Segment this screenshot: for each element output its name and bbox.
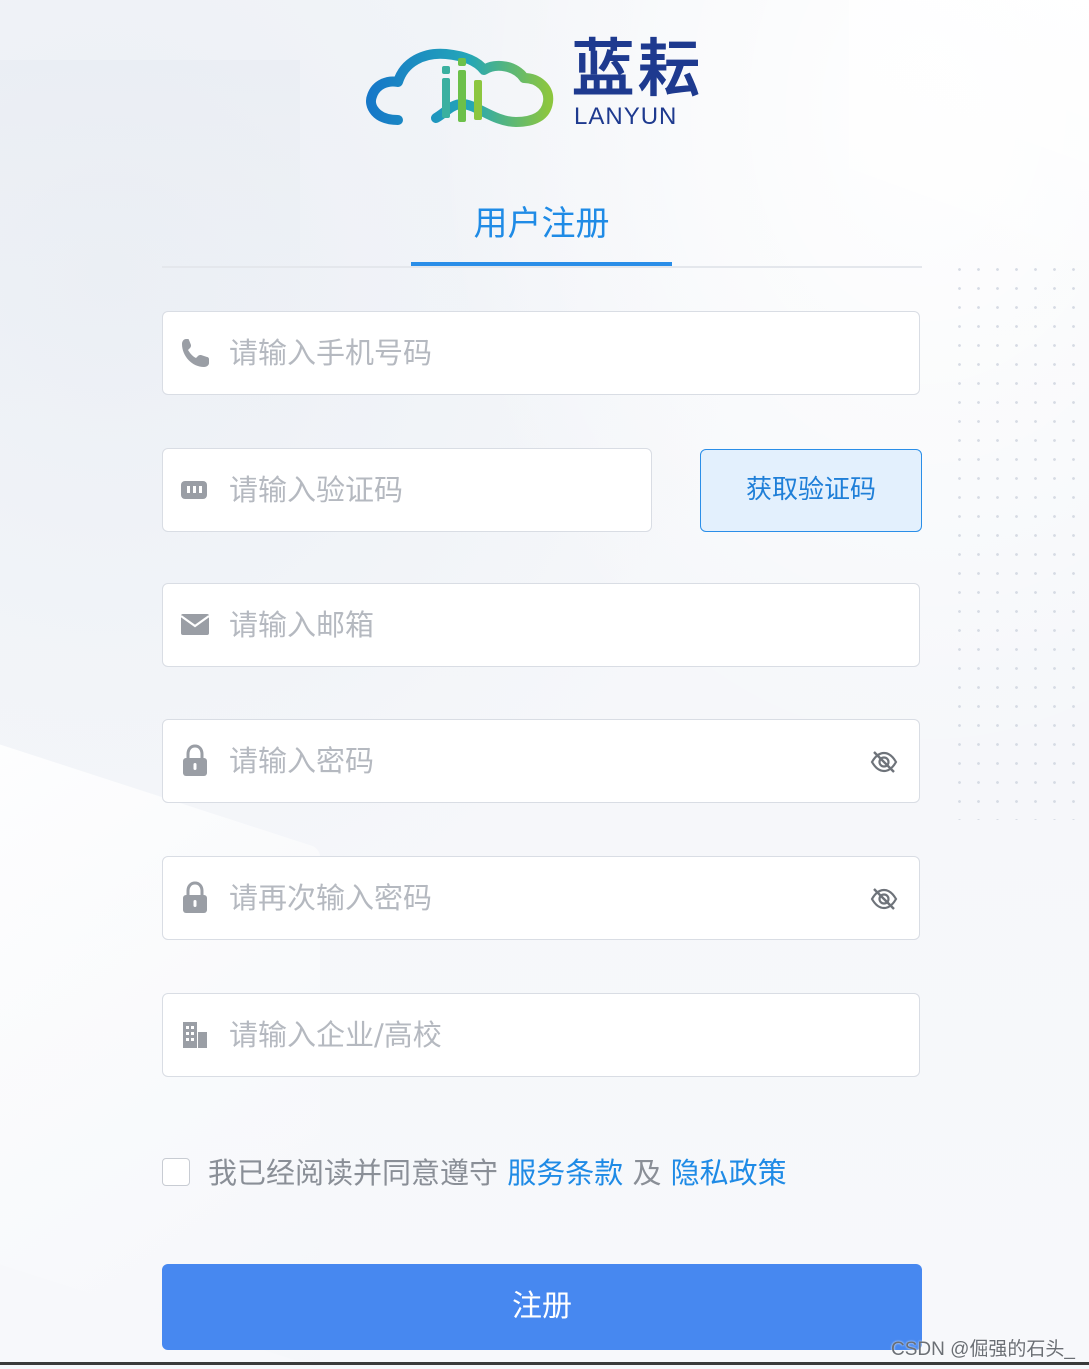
password-input[interactable] [229,720,829,802]
brand-logo: 蓝耘 LANYUN [366,36,726,132]
get-code-button[interactable]: 获取验证码 [700,449,922,532]
eye-off-icon[interactable] [869,748,899,776]
tab-bar: 用户注册 [162,182,922,268]
phone-icon [179,336,211,370]
mail-icon [179,608,211,642]
tab-label: 用户注册 [473,204,610,244]
cloud-logo-icon [366,48,554,127]
password-confirm-field [162,856,920,940]
organization-input[interactable] [229,994,829,1076]
organization-field [162,993,920,1077]
register-button[interactable]: 注册 [162,1264,922,1350]
email-input[interactable] [229,584,829,666]
lock-icon [179,881,211,915]
agreement-prefix: 我已经阅读并同意遵守 [208,1156,508,1190]
verification-code-input[interactable] [229,449,629,531]
message-code-icon [179,473,211,507]
agreement-joiner: 及 [623,1156,671,1190]
watermark: CSDN @倔强的石头_ [891,1339,1075,1360]
terms-link[interactable]: 服务条款 [507,1156,623,1190]
eye-off-icon[interactable] [869,885,899,913]
brand-name-cn: 蓝耘 [572,32,705,105]
lock-icon [179,744,211,778]
agreement-checkbox[interactable] [162,1158,190,1186]
privacy-link[interactable]: 隐私政策 [671,1156,787,1190]
building-icon [179,1018,211,1052]
brand-name-en: LANYUN [574,103,678,130]
agreement-text: 我已经阅读并同意遵守 服务条款 及 隐私政策 [208,1152,787,1194]
phone-field [162,311,920,395]
password-confirm-input[interactable] [229,857,829,939]
dot-pattern [950,260,1089,820]
tab-register[interactable]: 用户注册 [411,182,672,266]
email-field [162,583,920,667]
verification-code-field [162,448,652,532]
phone-input[interactable] [229,312,829,394]
password-field [162,719,920,803]
